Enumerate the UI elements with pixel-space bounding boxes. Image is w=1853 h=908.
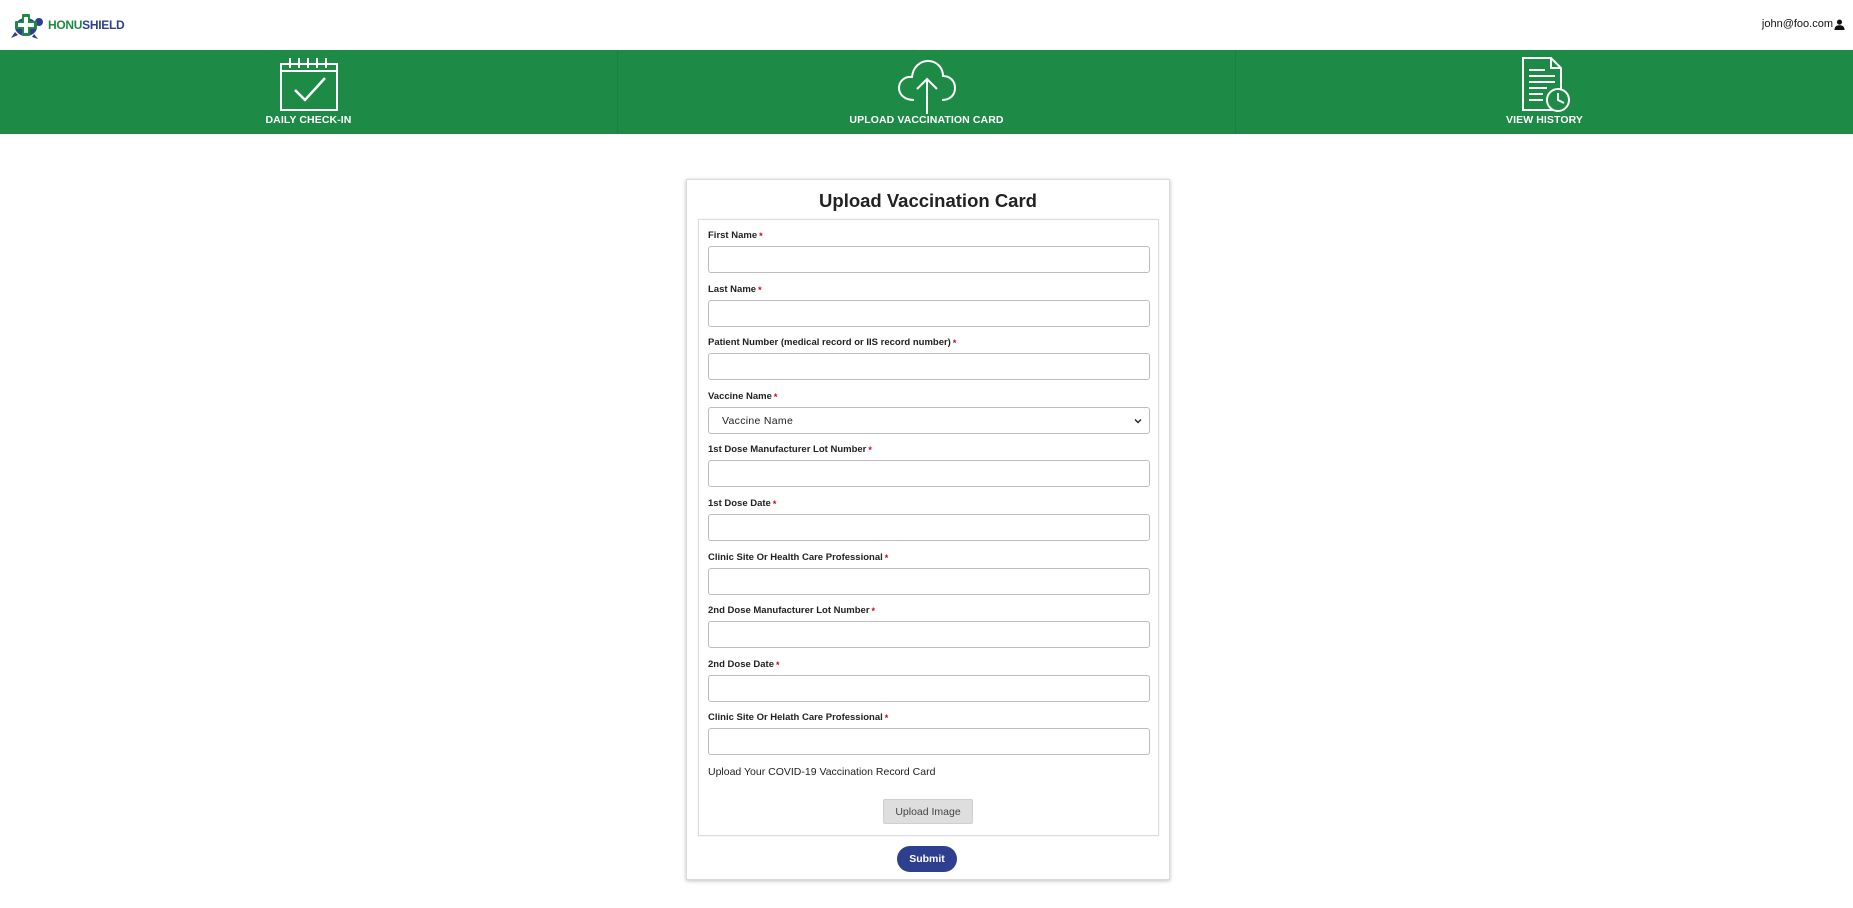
user-email: john@foo.com bbox=[1761, 18, 1833, 30]
cloud-upload-icon bbox=[897, 59, 956, 114]
patient-number-input[interactable] bbox=[708, 353, 1150, 380]
second-dose-lot-input[interactable] bbox=[708, 621, 1150, 648]
required-marker: * bbox=[952, 338, 957, 348]
brand-logo[interactable]: HONUSHIELD bbox=[10, 10, 125, 40]
vaccine-name-select[interactable]: Vaccine Name bbox=[708, 407, 1150, 434]
page-title: Upload Vaccination Card bbox=[819, 190, 1037, 211]
patient-number-field-group: Patient Number (medical record or IIS re… bbox=[708, 337, 1150, 380]
top-header: HONUSHIELD john@foo.com bbox=[0, 0, 1853, 50]
upload-image-button[interactable]: Upload Image bbox=[883, 799, 973, 824]
vaccine-name-field-group: Vaccine Name * Vaccine Name bbox=[708, 391, 1150, 434]
calendar-check-icon bbox=[279, 58, 338, 111]
nav-upload-vaccination-card[interactable]: UPLOAD VACCINATION CARD bbox=[617, 50, 1235, 134]
first-dose-date-input[interactable] bbox=[708, 514, 1150, 541]
required-marker: * bbox=[884, 713, 889, 723]
last-name-input[interactable] bbox=[708, 300, 1150, 327]
main-nav: DAILY CHECK-IN UPLOAD VACCINATION CARD V… bbox=[0, 50, 1853, 134]
submit-button[interactable]: Submit bbox=[897, 846, 957, 872]
first-clinic-input[interactable] bbox=[708, 568, 1150, 595]
turtle-cross-logo-icon bbox=[11, 14, 43, 39]
brand-name: HONUSHIELD bbox=[48, 18, 125, 32]
user-account[interactable]: john@foo.com bbox=[1762, 18, 1845, 30]
upload-vaccination-card-form: Upload Vaccination Card First Name * Last… bbox=[686, 179, 1170, 880]
chevron-down-icon bbox=[1134, 418, 1142, 423]
nav-view-history[interactable]: VIEW HISTORY bbox=[1235, 50, 1853, 134]
first-name-input[interactable] bbox=[708, 246, 1150, 273]
first-clinic-label: Clinic Site Or Health Care Professional * bbox=[708, 552, 889, 563]
required-marker: * bbox=[871, 606, 876, 616]
first-name-label: First Name * bbox=[708, 230, 763, 241]
first-name-field-group: First Name * bbox=[708, 230, 1150, 273]
form-fields-panel: First Name * Last Name * Patient Number (m… bbox=[698, 219, 1159, 836]
first-dose-date-field-group: 1st Dose Date * bbox=[708, 498, 1150, 541]
required-marker: * bbox=[868, 445, 872, 455]
required-marker: * bbox=[773, 392, 778, 402]
second-dose-date-input[interactable] bbox=[708, 675, 1150, 702]
first-dose-date-label: 1st Dose Date * bbox=[708, 498, 777, 509]
required-marker: * bbox=[776, 660, 780, 670]
required-marker: * bbox=[772, 499, 777, 509]
second-clinic-input[interactable] bbox=[708, 728, 1150, 755]
nav-label: VIEW HISTORY bbox=[1505, 114, 1584, 126]
required-marker: * bbox=[759, 231, 763, 241]
first-dose-lot-input[interactable] bbox=[708, 460, 1150, 487]
patient-number-label: Patient Number (medical record or IIS re… bbox=[708, 337, 957, 348]
required-marker: * bbox=[884, 553, 889, 563]
user-icon bbox=[1834, 19, 1845, 30]
last-name-label: Last Name * bbox=[708, 284, 762, 295]
second-clinic-field-group: Clinic Site Or Helath Care Professional * bbox=[708, 712, 1150, 755]
document-clock-icon bbox=[1521, 57, 1570, 112]
first-dose-lot-label: 1st Dose Manufacturer Lot Number * bbox=[708, 444, 872, 455]
last-name-field-group: Last Name * bbox=[708, 284, 1150, 327]
second-dose-date-label: 2nd Dose Date * bbox=[708, 659, 780, 670]
second-dose-date-field-group: 2nd Dose Date * bbox=[708, 659, 1150, 702]
vaccine-name-label: Vaccine Name * bbox=[708, 391, 778, 402]
second-dose-lot-field-group: 2nd Dose Manufacturer Lot Number * bbox=[708, 605, 1150, 648]
first-clinic-field-group: Clinic Site Or Health Care Professional * bbox=[708, 552, 1150, 595]
second-clinic-label: Clinic Site Or Helath Care Professional * bbox=[708, 712, 889, 723]
nav-label: DAILY CHECK-IN bbox=[265, 114, 352, 126]
first-dose-lot-field-group: 1st Dose Manufacturer Lot Number * bbox=[708, 444, 1150, 487]
required-marker: * bbox=[758, 285, 762, 295]
upload-prompt: Upload Your COVID-19 Vaccination Record … bbox=[708, 766, 936, 778]
nav-daily-check-in[interactable]: DAILY CHECK-IN bbox=[0, 50, 617, 134]
second-dose-lot-label: 2nd Dose Manufacturer Lot Number * bbox=[708, 605, 876, 616]
vaccine-name-selected-value: Vaccine Name bbox=[722, 414, 794, 427]
